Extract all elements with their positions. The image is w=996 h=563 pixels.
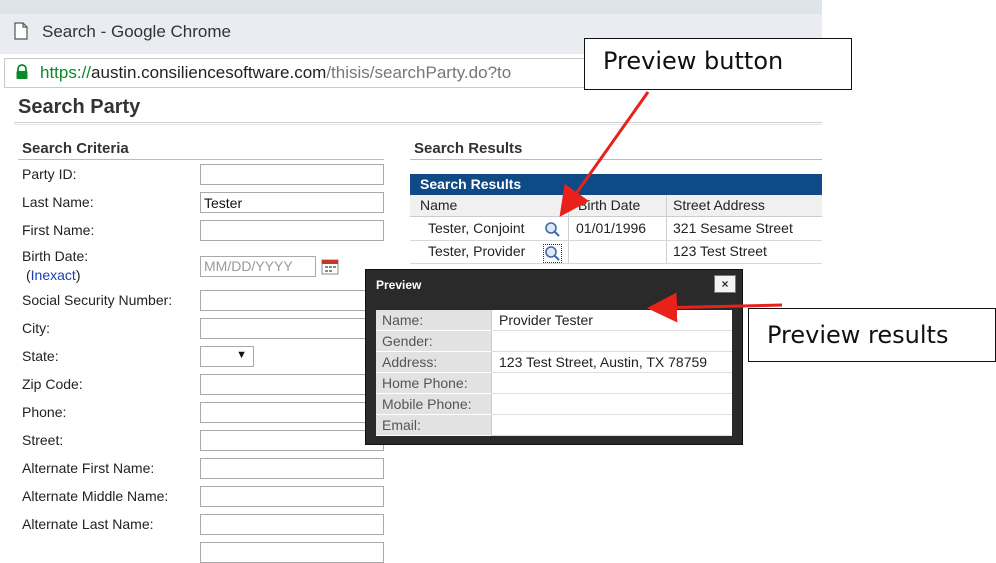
url-protocol: https://	[40, 63, 92, 82]
preview-label: Mobile Phone:	[376, 394, 491, 415]
preview-label: Home Phone:	[376, 373, 491, 394]
state-label: State:	[22, 348, 59, 364]
column-header-street-address[interactable]: Street Address	[673, 197, 765, 213]
alt-last-name-label: Alternate Last Name:	[22, 516, 154, 532]
chevron-down-icon: ▼	[236, 349, 247, 361]
preview-icon[interactable]	[543, 244, 562, 263]
column-header-birth-date[interactable]: Birth Date	[578, 197, 640, 213]
divider	[18, 159, 384, 160]
alt-first-name-label: Alternate First Name:	[22, 460, 155, 476]
preview-value: Provider Tester	[491, 310, 732, 331]
birth-date-label: Birth Date:	[22, 248, 89, 264]
preview-value	[491, 415, 732, 436]
paren-close: )	[75, 267, 81, 283]
street-label: Street:	[22, 432, 64, 448]
document-icon	[14, 22, 28, 40]
search-criteria-header: Search Criteria	[22, 140, 129, 157]
ssn-input[interactable]	[200, 290, 384, 311]
row-divider	[410, 240, 822, 241]
browser-top-strip	[0, 0, 822, 15]
divider	[14, 124, 822, 125]
row-divider	[410, 263, 822, 264]
results-grid-title: Search Results	[410, 174, 822, 195]
ssn-label: Social Security Number:	[22, 292, 173, 308]
alt-middle-name-label: Alternate Middle Name:	[22, 488, 169, 504]
preview-icon[interactable]	[544, 221, 561, 238]
state-select[interactable]: ▼	[200, 346, 254, 367]
result-name[interactable]: Tester, Conjoint	[428, 220, 525, 236]
zip-label: Zip Code:	[22, 376, 83, 392]
street-input[interactable]	[200, 430, 384, 451]
alt-middle-name-input[interactable]	[200, 486, 384, 507]
search-results-header: Search Results	[414, 140, 523, 157]
page-title: Search Party	[18, 96, 141, 118]
preview-label: Name:	[376, 310, 491, 331]
url-path: /thisis/searchParty.do?to	[326, 63, 512, 82]
divider	[14, 122, 822, 123]
preview-label: Gender:	[376, 331, 491, 352]
column-header-name[interactable]: Name	[420, 197, 457, 213]
column-divider	[666, 195, 667, 263]
alt-last-name-input[interactable]	[200, 514, 384, 535]
first-name-input[interactable]	[200, 220, 384, 241]
alt-first-name-input[interactable]	[200, 458, 384, 479]
inexact-link[interactable]: Inexact	[31, 267, 76, 283]
party-id-input[interactable]	[200, 164, 384, 185]
phone-input[interactable]	[200, 402, 384, 423]
preview-value	[491, 394, 732, 415]
city-input[interactable]	[200, 318, 384, 339]
url-host: austin.consiliencesoftware.com	[91, 63, 327, 82]
zip-input[interactable]	[200, 374, 384, 395]
result-street: 123 Test Street	[673, 243, 767, 259]
last-name-input[interactable]	[200, 192, 384, 213]
birth-date-input[interactable]: MM/DD/YYYY	[200, 256, 316, 277]
lock-icon	[16, 64, 28, 79]
preview-value: 123 Test Street, Austin, TX 78759	[491, 352, 732, 373]
city-label: City:	[22, 320, 50, 336]
inexact-wrapper: (Inexact)	[26, 267, 80, 283]
preview-results-callout: Preview results	[748, 308, 996, 362]
preview-button-callout: Preview button	[584, 38, 852, 90]
preview-label: Address:	[376, 352, 491, 373]
url-text[interactable]: https://austin.consiliencesoftware.com/t…	[40, 63, 511, 83]
calendar-icon[interactable]	[321, 258, 339, 275]
preview-value	[491, 331, 732, 352]
cut-off-input[interactable]	[200, 542, 384, 563]
first-name-label: First Name:	[22, 222, 95, 238]
column-divider	[568, 195, 569, 263]
divider	[410, 159, 822, 160]
preview-label: Email:	[376, 415, 491, 436]
result-name[interactable]: Tester, Provider	[428, 243, 525, 259]
window-title: Search - Google Chrome	[42, 22, 231, 41]
results-grid-title-text: Search Results	[420, 176, 522, 192]
phone-label: Phone:	[22, 404, 67, 420]
preview-table: Name: Provider Tester Gender: Address: 1…	[376, 310, 732, 436]
last-name-label: Last Name:	[22, 194, 94, 210]
preview-title: Preview	[376, 278, 422, 292]
close-button[interactable]: ×	[714, 275, 736, 293]
result-birth-date: 01/01/1996	[576, 220, 647, 236]
preview-value	[491, 373, 732, 394]
result-street: 321 Sesame Street	[673, 220, 793, 236]
party-id-label: Party ID:	[22, 166, 77, 182]
